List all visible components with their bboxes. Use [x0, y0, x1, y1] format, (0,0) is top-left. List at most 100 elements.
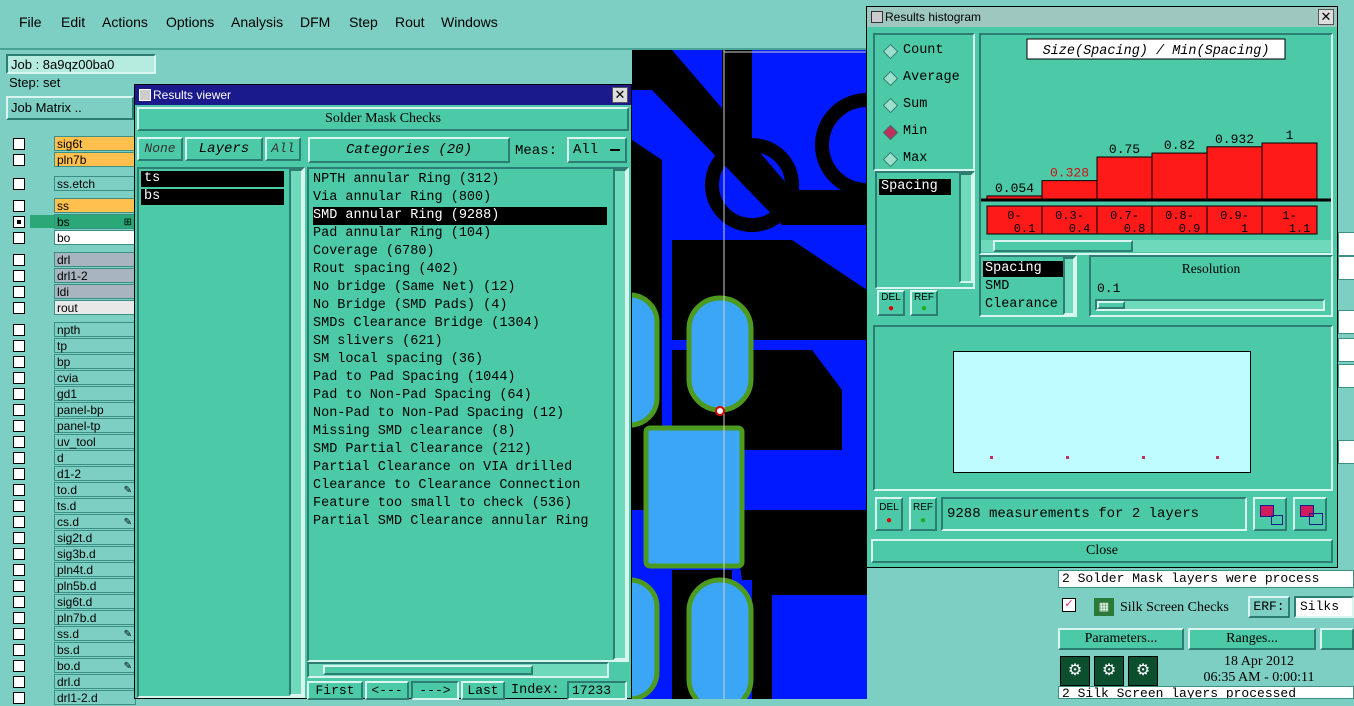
layer-checkbox[interactable] [13, 356, 25, 368]
del-button[interactable]: DEL ● [877, 290, 905, 316]
category-item[interactable]: SMDs Clearance Bridge (1304) [313, 315, 607, 333]
histogram-bar[interactable] [1041, 180, 1098, 200]
meas-scrollbar[interactable] [959, 173, 973, 283]
next-button[interactable]: ---> [411, 681, 459, 700]
job-field[interactable]: Job : 8a9qz00ba0 [6, 54, 156, 74]
layer-row[interactable]: bs.d [10, 642, 136, 657]
layer-checkbox[interactable] [13, 692, 25, 704]
category-item[interactable]: SM slivers (621) [313, 333, 607, 351]
layer-affected-swatch[interactable] [30, 323, 54, 336]
menu-options[interactable]: Options [166, 14, 214, 30]
layer-name[interactable]: d1-2 [54, 466, 136, 481]
layer-checkbox[interactable] [13, 500, 25, 512]
layer-name[interactable]: sig6t [54, 136, 136, 151]
layer-affected-swatch[interactable] [30, 499, 54, 512]
results-viewer-titlebar[interactable]: Results viewer ✕ [135, 85, 631, 105]
close-icon[interactable]: ✕ [612, 87, 628, 103]
layer-affected-swatch[interactable] [30, 153, 54, 166]
layer-affected-swatch[interactable] [30, 531, 54, 544]
menu-step[interactable]: Step [349, 14, 378, 30]
layer-checkbox[interactable] [13, 644, 25, 656]
erf-field[interactable]: Silks [1294, 596, 1354, 618]
layer-checkbox[interactable] [13, 516, 25, 528]
category-hscrollbar[interactable] [307, 662, 609, 678]
zoom-out-button[interactable] [1293, 497, 1327, 531]
layer-name[interactable]: npth [54, 322, 136, 337]
category-item[interactable]: Feature too small to check (536) [313, 495, 607, 513]
layer-checkbox[interactable] [13, 138, 25, 150]
layer-checkbox[interactable] [13, 580, 25, 592]
layer-affected-swatch[interactable] [30, 403, 54, 416]
layer-row[interactable]: ss.d ✎ [10, 626, 136, 641]
run-all-icon[interactable]: ⚙ [1094, 656, 1124, 686]
layer-affected-swatch[interactable] [30, 579, 54, 592]
layer-name[interactable]: ss [54, 198, 136, 213]
layer-row[interactable]: npth [10, 322, 136, 337]
layer-row[interactable]: bp [10, 354, 136, 369]
layer-checkbox[interactable] [13, 404, 25, 416]
layer-name[interactable]: uv_tool [54, 434, 136, 449]
category-item[interactable]: Partial SMD Clearance annular Ring [313, 513, 607, 531]
window-menu-icon[interactable] [871, 11, 883, 23]
menu-windows[interactable]: Windows [441, 14, 498, 30]
layer-affected-swatch[interactable] [30, 301, 54, 314]
layer-affected-swatch[interactable] [30, 419, 54, 432]
type-listbox[interactable]: Spacing SMD Clearance [979, 255, 1077, 317]
layer-name[interactable]: sig6t.d [54, 594, 136, 609]
layer-checkbox[interactable] [13, 484, 25, 496]
type-item[interactable]: SMD [983, 279, 1009, 295]
layer-checkbox[interactable] [13, 216, 25, 228]
run-icon[interactable]: ⚙ [1060, 656, 1090, 686]
layer-name[interactable]: drl1-2.d [54, 690, 136, 705]
layer-name[interactable]: pln7b.d [54, 610, 136, 625]
layer-name[interactable]: d [54, 450, 136, 465]
layer-name[interactable]: panel-tp [54, 418, 136, 433]
layer-checkbox[interactable] [13, 532, 25, 544]
category-item[interactable]: SMD annular Ring (9288) [313, 207, 607, 225]
category-listbox[interactable]: NPTH annular Ring (312) Via annular Ring … [307, 167, 629, 662]
layer-checkbox[interactable] [13, 564, 25, 576]
layer-affected-swatch[interactable] [30, 137, 54, 150]
meas-listbox[interactable]: Spacing [875, 171, 975, 289]
prev-button[interactable]: <--- [365, 681, 409, 700]
last-button[interactable]: Last [461, 681, 505, 700]
layer-affected-swatch[interactable] [30, 659, 54, 672]
layer-row[interactable]: bs ⊞ [10, 214, 136, 229]
layer-row[interactable]: pln7b [10, 152, 136, 167]
layer-checkbox[interactable] [13, 676, 25, 688]
layer-name[interactable]: ss.etch [54, 176, 136, 191]
menu-edit[interactable]: Edit [61, 14, 85, 30]
layer-row[interactable]: sig6t.d [10, 594, 136, 609]
layer-name[interactable]: drl1-2 [54, 268, 136, 283]
layer-affected-swatch[interactable] [30, 515, 54, 528]
layer-affected-swatch[interactable] [30, 339, 54, 352]
layer-row[interactable]: panel-tp [10, 418, 136, 433]
meas-dropdown[interactable]: All [567, 137, 627, 163]
category-item[interactable]: Partial Clearance on VIA drilled [313, 459, 607, 477]
layer-affected-swatch[interactable] [30, 435, 54, 448]
layer-listbox[interactable]: ts bs [137, 167, 305, 698]
layer-checkbox[interactable] [13, 388, 25, 400]
layer-checkbox[interactable] [13, 628, 25, 640]
layer-row[interactable]: tp [10, 338, 136, 353]
layer-name[interactable]: to.d ✎ [54, 482, 136, 497]
layer-checkbox[interactable] [13, 372, 25, 384]
layer-row[interactable]: drl1-2 [10, 268, 136, 283]
layer-affected-swatch[interactable] [30, 675, 54, 688]
parameters-button[interactable]: Parameters... [1058, 628, 1184, 650]
category-item[interactable]: Coverage (6780) [313, 243, 607, 261]
layer-checkbox[interactable] [13, 660, 25, 672]
chart-hscroll-thumb[interactable] [993, 240, 1133, 252]
layer-checkbox[interactable] [13, 232, 25, 244]
layer-row[interactable]: cvia [10, 370, 136, 385]
layer-row[interactable]: ss.etch [10, 176, 136, 191]
layer-affected-swatch[interactable] [30, 483, 54, 496]
layer-row[interactable]: d1-2 [10, 466, 136, 481]
layer-list-scrollbar[interactable] [289, 169, 303, 696]
chart-hscrollbar[interactable] [981, 240, 1331, 252]
layer-row[interactable]: drl.d [10, 674, 136, 689]
menu-file[interactable]: File [19, 14, 42, 30]
category-item[interactable]: Pad annular Ring (104) [313, 225, 607, 243]
layer-checkbox[interactable] [13, 270, 25, 282]
layer-affected-swatch[interactable] [30, 285, 54, 298]
